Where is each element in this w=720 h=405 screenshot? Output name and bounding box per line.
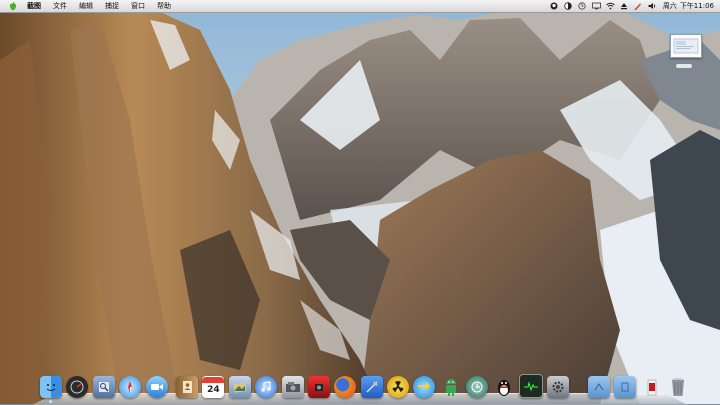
qq-penguin-icon[interactable] xyxy=(493,376,515,398)
menu-window[interactable]: 窗口 xyxy=(131,1,145,11)
firefox-icon[interactable] xyxy=(334,376,357,398)
desktop-wallpaper xyxy=(0,0,720,404)
trash-icon[interactable] xyxy=(667,376,689,398)
itunes-icon[interactable] xyxy=(255,376,278,398)
activity-monitor-icon[interactable] xyxy=(519,374,544,398)
calendar-icon[interactable]: 24 xyxy=(202,376,225,398)
system-preferences-icon[interactable] xyxy=(547,376,570,398)
address-book-icon[interactable] xyxy=(175,376,198,398)
menu-capture[interactable]: 捕捉 xyxy=(105,1,119,11)
dock: 24 xyxy=(40,372,684,403)
tencent-icon[interactable] xyxy=(550,2,559,11)
finder-icon[interactable] xyxy=(40,376,62,403)
preview-icon[interactable] xyxy=(92,376,115,398)
status-area: 周六 下午11:06 xyxy=(545,0,714,12)
menu-edit[interactable]: 编辑 xyxy=(79,1,93,11)
menu-file[interactable]: 文件 xyxy=(53,1,67,11)
screenshot-thumbnail-icon xyxy=(673,38,699,54)
arrows-icon[interactable] xyxy=(413,376,436,398)
image-capture-icon[interactable] xyxy=(281,376,304,398)
eject-icon[interactable] xyxy=(620,2,629,11)
display-icon[interactable] xyxy=(591,2,601,11)
facetime-icon[interactable] xyxy=(145,376,168,398)
apple-logo-icon[interactable] xyxy=(8,1,17,11)
menu-screenshot[interactable]: 截图 xyxy=(27,1,41,11)
contrast-icon[interactable] xyxy=(564,2,573,11)
menu-help[interactable]: 帮助 xyxy=(157,1,171,11)
photo-booth-icon[interactable] xyxy=(307,376,330,398)
xcode-icon[interactable] xyxy=(360,376,383,398)
menu-bar: 截图 文件 编辑 捕捉 窗口 帮助 周六 下午11:06 xyxy=(0,0,720,13)
wifi-icon[interactable] xyxy=(606,2,615,11)
desktop-file-thumbnail[interactable] xyxy=(670,34,702,58)
desktop-file-label xyxy=(676,64,692,68)
android-icon[interactable] xyxy=(440,376,462,398)
pen-icon[interactable] xyxy=(634,2,643,11)
downloads-stack-icon[interactable] xyxy=(641,376,663,398)
clock-time[interactable]: 下午11:06 xyxy=(680,1,714,11)
time-machine-icon[interactable] xyxy=(578,2,587,11)
iphoto-icon[interactable] xyxy=(228,376,251,398)
dashboard-icon[interactable] xyxy=(66,376,89,398)
radiation-icon[interactable] xyxy=(387,376,410,398)
safari-icon[interactable] xyxy=(119,376,142,398)
applications-folder-icon[interactable] xyxy=(587,376,610,398)
time-machine-dock-icon[interactable] xyxy=(466,376,489,398)
clock-day[interactable]: 周六 xyxy=(663,1,677,11)
running-indicator xyxy=(49,400,52,403)
calendar-date: 24 xyxy=(207,385,220,395)
documents-folder-icon[interactable] xyxy=(614,376,637,398)
volume-icon[interactable] xyxy=(648,2,657,11)
